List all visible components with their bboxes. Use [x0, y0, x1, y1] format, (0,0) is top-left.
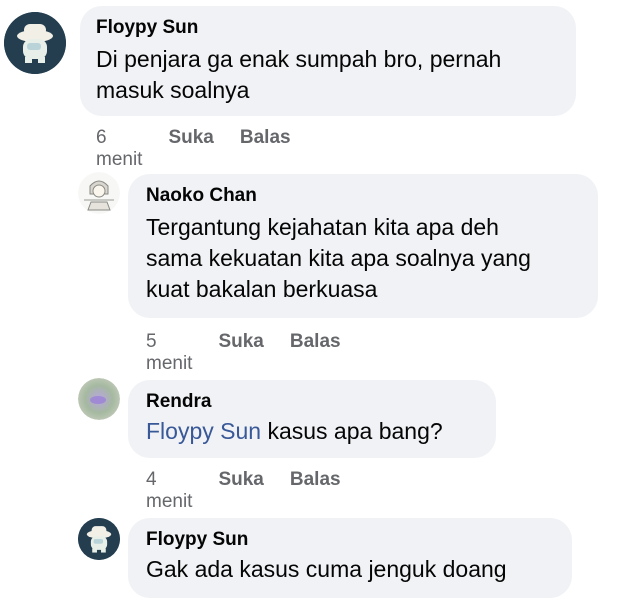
crewmate-hat-avatar-icon	[78, 518, 120, 560]
comment-text: Gak ada kasus cuma jenguk doang	[146, 556, 507, 582]
reply-button[interactable]: Balas	[290, 469, 341, 513]
comment-time[interactable]: 6 menit	[96, 127, 142, 171]
comment-author[interactable]: Rendra	[146, 390, 478, 414]
comment-text: Tergantung kejahatan kita apa deh sama k…	[146, 214, 531, 302]
comment-meta: 6 menit Suka Balas	[96, 127, 291, 171]
comment-author[interactable]: Naoko Chan	[146, 184, 580, 208]
comment-author[interactable]: Floypy Sun	[96, 16, 560, 40]
crewmate-hat-avatar-icon	[4, 12, 66, 74]
comment-time[interactable]: 4 menit	[146, 469, 192, 513]
reply-button[interactable]: Balas	[290, 331, 341, 375]
comment-bubble: Floypy Sun Di penjara ga enak sumpah bro…	[80, 6, 576, 116]
like-button[interactable]: Suka	[218, 331, 263, 375]
comment-time[interactable]: 5 menit	[146, 331, 192, 375]
like-button[interactable]: Suka	[168, 127, 213, 171]
comment-text: Floypy Sun kasus apa bang?	[146, 418, 443, 444]
anime-sketch-avatar-icon	[78, 172, 120, 214]
comment-bubble: Rendra Floypy Sun kasus apa bang?	[128, 380, 496, 458]
comment-meta: 5 menit Suka Balas	[146, 331, 341, 375]
comment-meta: 4 menit Suka Balas	[146, 469, 341, 513]
comment-author[interactable]: Floypy Sun	[146, 528, 554, 552]
like-button[interactable]: Suka	[218, 469, 263, 513]
comment-text: Di penjara ga enak sumpah bro, pernah ma…	[96, 46, 502, 103]
avatar[interactable]	[78, 518, 120, 560]
comment-bubble: Floypy Sun Gak ada kasus cuma jenguk doa…	[128, 518, 572, 598]
avatar[interactable]	[78, 378, 120, 420]
reply-button[interactable]: Balas	[240, 127, 291, 171]
avatar[interactable]	[78, 172, 120, 214]
purple-blur-avatar-icon	[78, 378, 120, 420]
avatar[interactable]	[4, 12, 66, 74]
mention-link[interactable]: Floypy Sun	[146, 418, 261, 444]
comment-bubble: Naoko Chan Tergantung kejahatan kita apa…	[128, 174, 598, 318]
